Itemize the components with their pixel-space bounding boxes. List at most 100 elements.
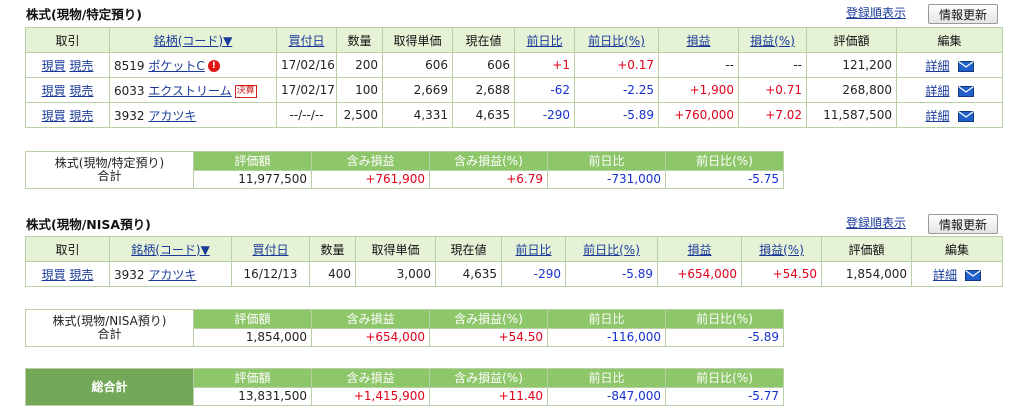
summary2-label: 株式(現物/NISA預り) 合計 — [25, 309, 194, 347]
col-pl-pct[interactable]: 損益(%) — [741, 236, 822, 262]
detail-link[interactable]: 詳細 — [925, 84, 949, 98]
issue-name-link[interactable]: アカツキ — [148, 109, 196, 123]
sort-chg-pct-link[interactable]: 前日比(%) — [588, 34, 645, 48]
cost: 606 — [382, 52, 453, 78]
grand-total-chg: -847,000 — [547, 386, 666, 406]
section1-register-order-link[interactable]: 登録順表示 — [846, 4, 906, 21]
detail-link[interactable]: 詳細 — [933, 268, 957, 282]
section2-title: 株式(現物/NISA預り) — [26, 217, 151, 232]
summary1-col-value: 評価額 — [193, 151, 312, 171]
col-pl[interactable]: 損益 — [658, 27, 739, 53]
edit-cell: 詳細 — [896, 102, 1003, 128]
grand-total-table: 総合計 評価額 含み損益 含み損益(%) 前日比 前日比(%) 13,831,5… — [25, 368, 784, 406]
chg-pct: -5.89 — [565, 261, 658, 287]
value: 1,854,000 — [821, 261, 912, 287]
col-chg[interactable]: 前日比 — [514, 27, 575, 53]
issue-name-link[interactable]: ポケットC — [148, 59, 204, 73]
sort-buy-date-link[interactable]: 買付日 — [252, 243, 288, 257]
section1-refresh-button[interactable]: 情報更新 — [928, 4, 998, 24]
detail-link[interactable]: 詳細 — [925, 109, 949, 123]
summary2-header-row: 株式(現物/NISA預り) 合計 評価額 含み損益 含み損益(%) 前日比 前日比… — [25, 309, 784, 347]
sort-pl-link[interactable]: 損益 — [686, 34, 710, 48]
col-chg[interactable]: 前日比 — [501, 236, 566, 262]
grand-total-col-unrealized-pct: 含み損益(%) — [429, 368, 548, 388]
sort-chg-link[interactable]: 前日比 — [515, 243, 551, 257]
sort-chg-pct-link[interactable]: 前日比(%) — [583, 243, 640, 257]
pl-pct: +7.02 — [738, 102, 807, 128]
issue-code: 3932 — [114, 267, 145, 282]
buy-link[interactable]: 現買 — [42, 84, 66, 98]
price: 606 — [452, 52, 515, 78]
mail-envelope-icon[interactable] — [965, 269, 981, 281]
edit-cell: 詳細 — [896, 52, 1003, 78]
chg: -290 — [514, 102, 575, 128]
issue-cell: 3932 アカツキ — [109, 102, 277, 128]
grand-total-value: 13,831,500 — [193, 386, 312, 406]
mail-envelope-icon[interactable] — [957, 60, 974, 72]
table-row: 現買 現売 6033 エクストリーム 決算 17/02/17 100 2,669 … — [25, 77, 1003, 103]
pl: +654,000 — [657, 261, 742, 287]
detail-link[interactable]: 詳細 — [925, 59, 949, 73]
chg: -290 — [501, 261, 566, 287]
summary1-label: 株式(現物/特定預り) 合計 — [25, 151, 194, 189]
summary1-value: 11,977,500 — [193, 169, 312, 189]
trade-cell: 現買 現売 — [25, 102, 110, 128]
col-trade: 取引 — [25, 27, 110, 53]
summary2-col-unrealized: 含み損益 — [311, 309, 430, 329]
sell-link[interactable]: 現売 — [69, 84, 93, 98]
section2-refresh-button[interactable]: 情報更新 — [928, 214, 998, 234]
sort-buy-date-link[interactable]: 買付日 — [288, 34, 324, 48]
mail-envelope-icon[interactable] — [957, 85, 974, 97]
grand-total-chg-pct: -5.77 — [665, 386, 784, 406]
summary2-unrealized: +654,000 — [311, 327, 430, 347]
sell-link[interactable]: 現売 — [69, 268, 93, 282]
edit-cell: 詳細 — [911, 261, 1003, 287]
summary2-col-unrealized-pct: 含み損益(%) — [429, 309, 548, 329]
earnings-badge[interactable]: 決算 — [234, 84, 257, 98]
col-issue[interactable]: 銘柄(コード)▼ — [109, 236, 232, 262]
section2-register-order-link[interactable]: 登録順表示 — [846, 214, 906, 231]
pl-pct: -- — [738, 52, 807, 78]
sort-pl-pct-link[interactable]: 損益(%) — [759, 243, 804, 257]
issue-code: 8519 — [114, 58, 145, 73]
summary2-label-line1: 株式(現物/NISA預り) — [52, 314, 167, 328]
col-issue[interactable]: 銘柄(コード)▼ — [109, 27, 277, 53]
col-buy-date[interactable]: 買付日 — [276, 27, 337, 53]
table-row: 現買 現売 3932 アカツキ --/--/-- 2,500 4,331 4,6… — [25, 102, 1003, 128]
grand-total-col-value: 評価額 — [193, 368, 312, 388]
value: 11,587,500 — [806, 102, 897, 128]
summary1-col-unrealized: 含み損益 — [311, 151, 430, 171]
col-pl-pct[interactable]: 損益(%) — [738, 27, 807, 53]
buy-link[interactable]: 現買 — [42, 268, 66, 282]
col-price: 現在値 — [452, 27, 515, 53]
col-chg-pct[interactable]: 前日比(%) — [565, 236, 658, 262]
summary1-unrealized: +761,900 — [311, 169, 430, 189]
issue-name-link[interactable]: エクストリーム — [148, 84, 231, 98]
col-edit: 編集 — [896, 27, 1003, 53]
alert-circle-icon[interactable]: ! — [207, 60, 220, 72]
summary1-label-line1: 株式(現物/特定預り) — [54, 156, 165, 170]
summary2-col-chg-pct: 前日比(%) — [665, 309, 784, 329]
summary2-label-line2: 合計 — [97, 327, 122, 341]
sort-issue-link[interactable]: 銘柄(コード)▼ — [131, 243, 210, 257]
pl: +760,000 — [658, 102, 739, 128]
mail-envelope-icon[interactable] — [957, 110, 974, 122]
issue-code: 3932 — [114, 108, 145, 123]
summary2-unrealized-pct: +54.50 — [429, 327, 548, 347]
section1-holdings-table: 取引 銘柄(コード)▼ 買付日 数量 取得単価 現在値 前日比 前日比(%) 損… — [25, 27, 1003, 128]
col-chg-pct[interactable]: 前日比(%) — [574, 27, 659, 53]
sort-pl-link[interactable]: 損益 — [687, 243, 711, 257]
grand-total-col-unrealized: 含み損益 — [311, 368, 430, 388]
col-buy-date[interactable]: 買付日 — [231, 236, 310, 262]
issue-name-link[interactable]: アカツキ — [148, 268, 196, 282]
sell-link[interactable]: 現売 — [69, 59, 93, 73]
buy-link[interactable]: 現買 — [42, 109, 66, 123]
sort-chg-link[interactable]: 前日比 — [526, 34, 562, 48]
sell-link[interactable]: 現売 — [69, 109, 93, 123]
col-pl[interactable]: 損益 — [657, 236, 742, 262]
sort-pl-pct-link[interactable]: 損益(%) — [750, 34, 795, 48]
sort-issue-link[interactable]: 銘柄(コード)▼ — [154, 34, 233, 48]
buy-link[interactable]: 現買 — [42, 59, 66, 73]
summary1-chg-pct: -5.75 — [665, 169, 784, 189]
qty: 2,500 — [336, 102, 383, 128]
